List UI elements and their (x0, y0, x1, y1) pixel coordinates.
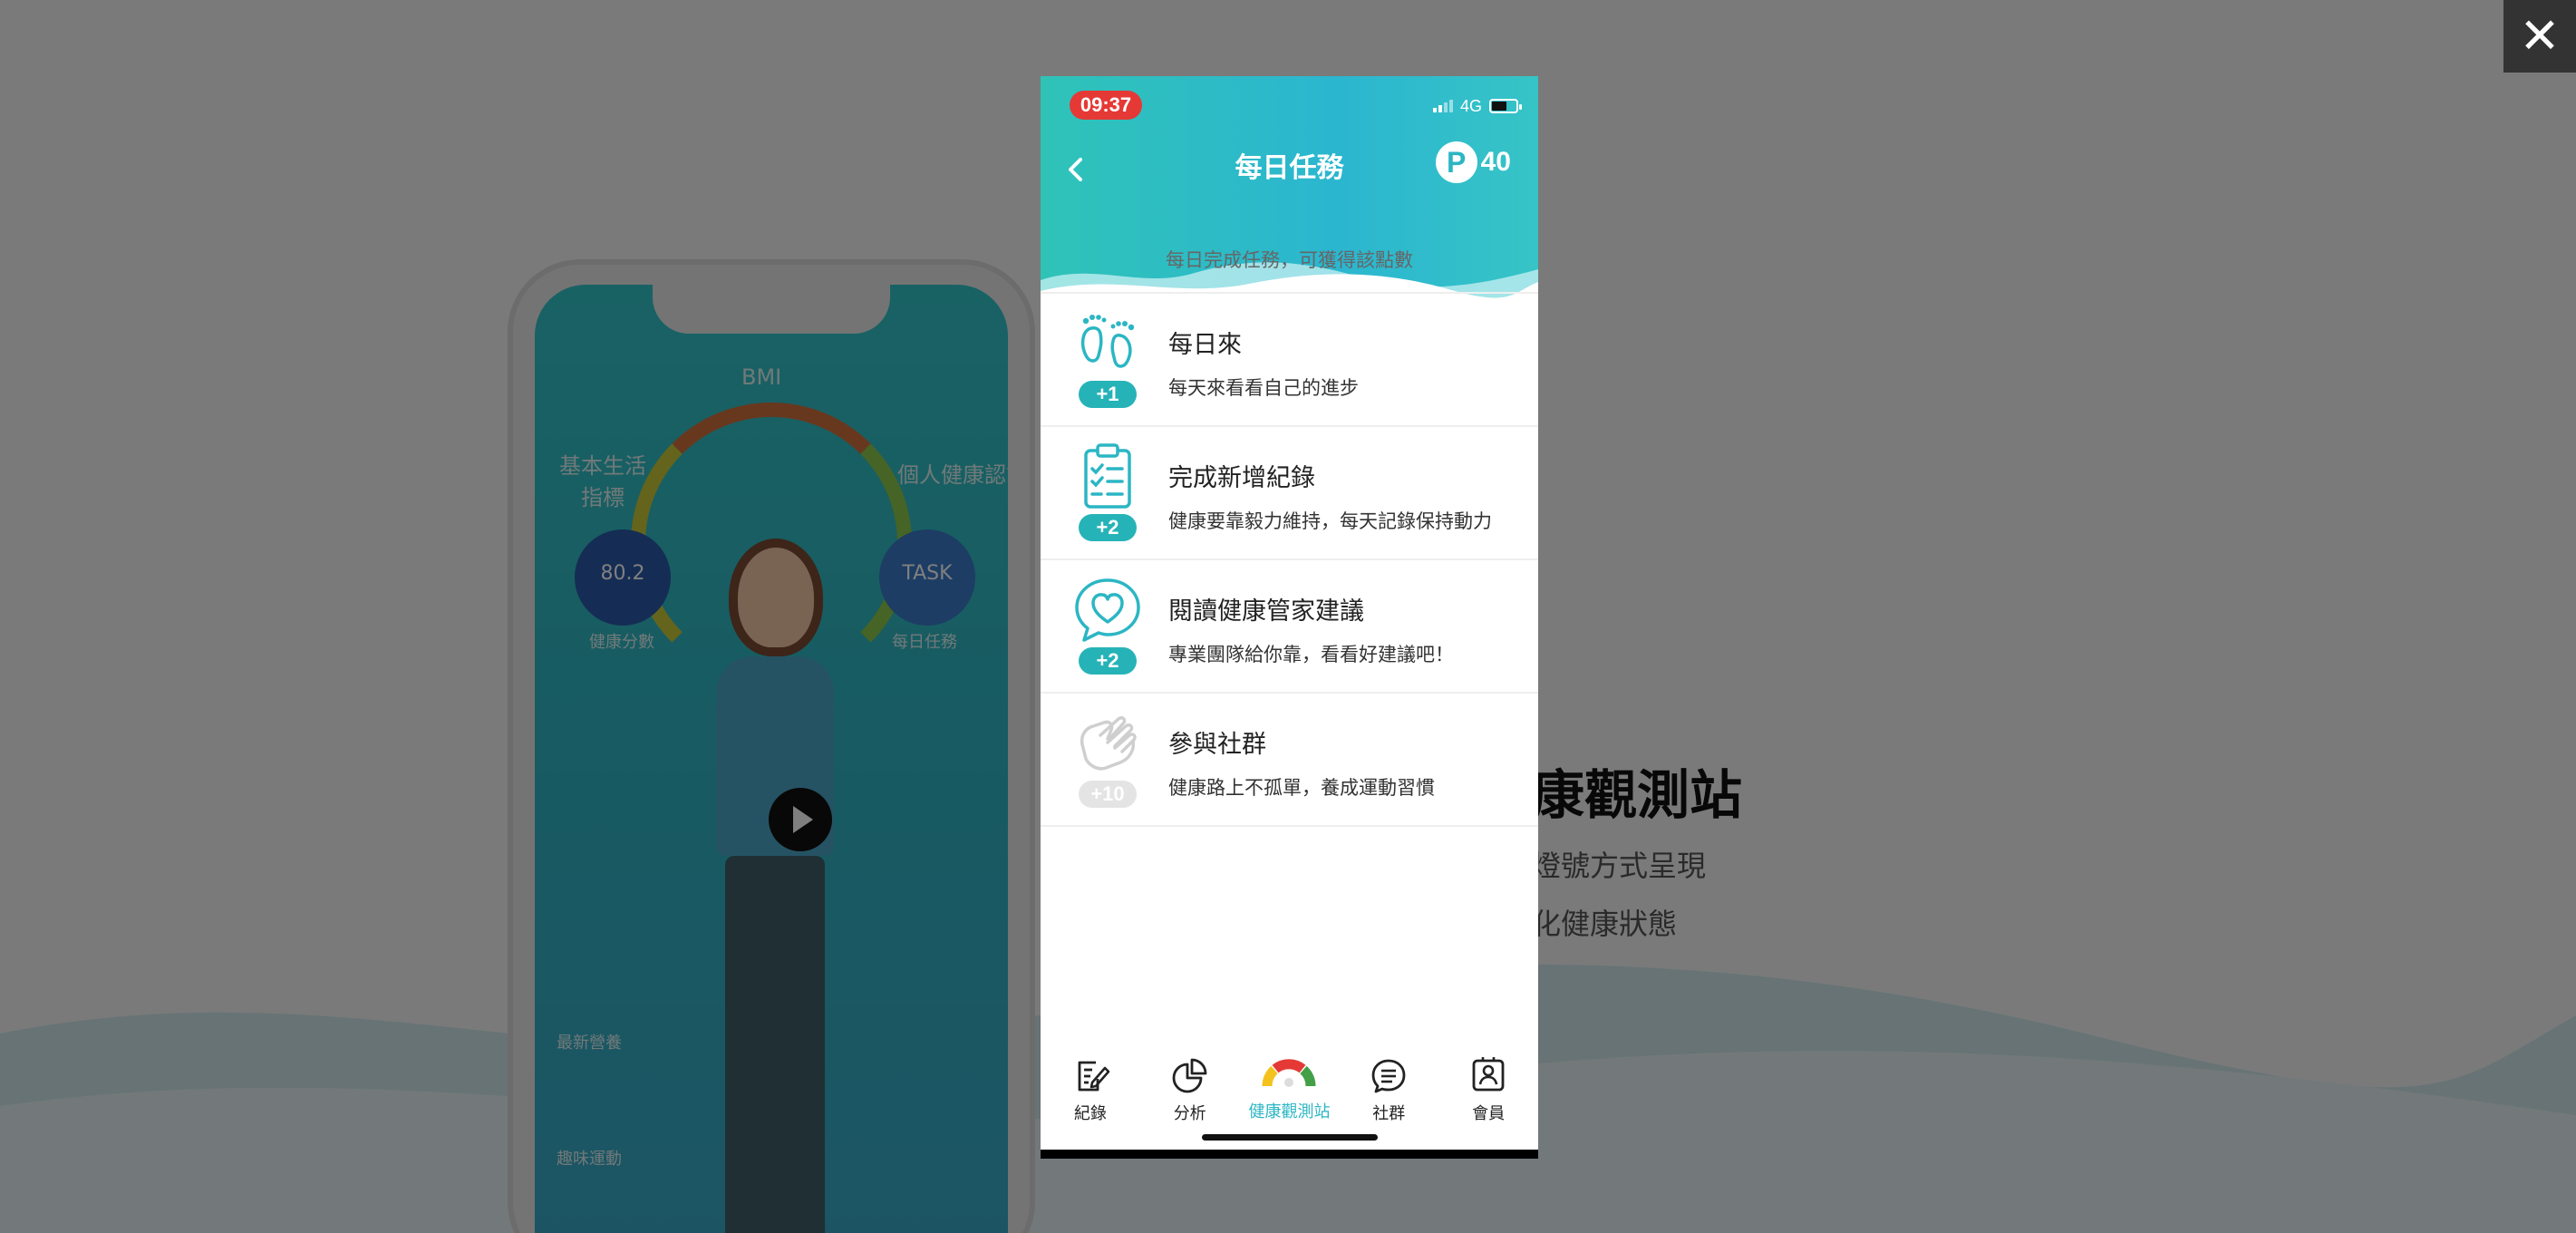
signal-icon (1432, 100, 1453, 112)
bottom-tab-bar: 紀錄 分析 健康觀測站 社群 會員 (1041, 1055, 1538, 1146)
note-edit-icon (1078, 1061, 1110, 1092)
close-button[interactable]: ✕ (2503, 0, 2576, 73)
task-title: 參與社群 (1168, 731, 1266, 759)
status-indicators: 4G (1432, 96, 1522, 116)
points-value: 40 (1480, 147, 1511, 177)
points-display[interactable]: P 40 (1435, 141, 1511, 183)
task-item-daily-visit[interactable]: +1 每日來 每天來看看自己的進步 (1041, 294, 1538, 427)
task-points-badge: +1 (1079, 381, 1137, 408)
subtitle: 每日完成任務，可獲得該點數 (1166, 249, 1413, 271)
task-item-join-community[interactable]: +10 參與社群 健康路上不孤單，養成運動習慣 (1041, 694, 1538, 827)
tab-label: 分析 (1173, 1104, 1206, 1123)
tab-community[interactable]: 社群 (1339, 1055, 1438, 1146)
footprints-icon (1080, 315, 1135, 368)
daily-task-screen: 09:37 4G 每日任務 P 40 每日完成任務，可獲得該點數 +1 每日來 … (1041, 76, 1538, 1159)
tab-label: 會員 (1472, 1104, 1506, 1123)
task-points-badge: +2 (1079, 647, 1137, 675)
chat-bubble-icon (1371, 1059, 1406, 1093)
status-time: 09:37 (1070, 91, 1142, 120)
tab-health-station[interactable]: 健康觀測站 (1240, 1055, 1340, 1146)
heart-chat-icon (1075, 578, 1140, 642)
tab-label: 健康觀測站 (1248, 1102, 1331, 1121)
task-list: +1 每日來 每天來看看自己的進步 +2 完成新增紀錄 健康要靠毅力維持，每天記… (1041, 292, 1538, 827)
task-title: 閱讀健康管家建議 (1168, 597, 1364, 626)
task-title: 每日來 (1168, 331, 1242, 359)
tab-label: 社群 (1372, 1104, 1406, 1123)
tab-member[interactable]: 會員 (1438, 1055, 1538, 1146)
task-description: 健康路上不孤單，養成運動習慣 (1168, 777, 1435, 799)
task-points-badge: +10 (1079, 781, 1137, 808)
task-title: 完成新增紀錄 (1168, 464, 1315, 492)
clipboard-checklist-icon (1084, 443, 1131, 509)
gauge-icon (1262, 1059, 1316, 1087)
tab-record[interactable]: 紀錄 (1041, 1055, 1140, 1146)
task-description: 專業團隊給你靠，看看好建議吧！ (1168, 644, 1454, 665)
task-item-add-record[interactable]: +2 完成新增紀錄 健康要靠毅力維持，每天記錄保持動力 (1041, 427, 1538, 560)
task-description: 健康要靠毅力維持，每天記錄保持動力 (1168, 510, 1492, 532)
member-card-icon (1472, 1057, 1505, 1092)
task-points-badge: +2 (1079, 514, 1137, 541)
tab-label: 紀錄 (1073, 1104, 1107, 1123)
tab-analysis[interactable]: 分析 (1140, 1055, 1240, 1146)
task-item-read-advice[interactable]: +2 閱讀健康管家建議 專業團隊給你靠，看看好建議吧！ (1041, 560, 1538, 694)
points-icon: P (1435, 141, 1477, 183)
pie-chart-icon (1172, 1058, 1207, 1093)
battery-icon (1489, 99, 1522, 113)
home-indicator (1202, 1134, 1378, 1141)
network-label: 4G (1459, 96, 1482, 115)
handshake-icon (1080, 716, 1137, 771)
task-description: 每天來看看自己的進步 (1168, 377, 1359, 399)
